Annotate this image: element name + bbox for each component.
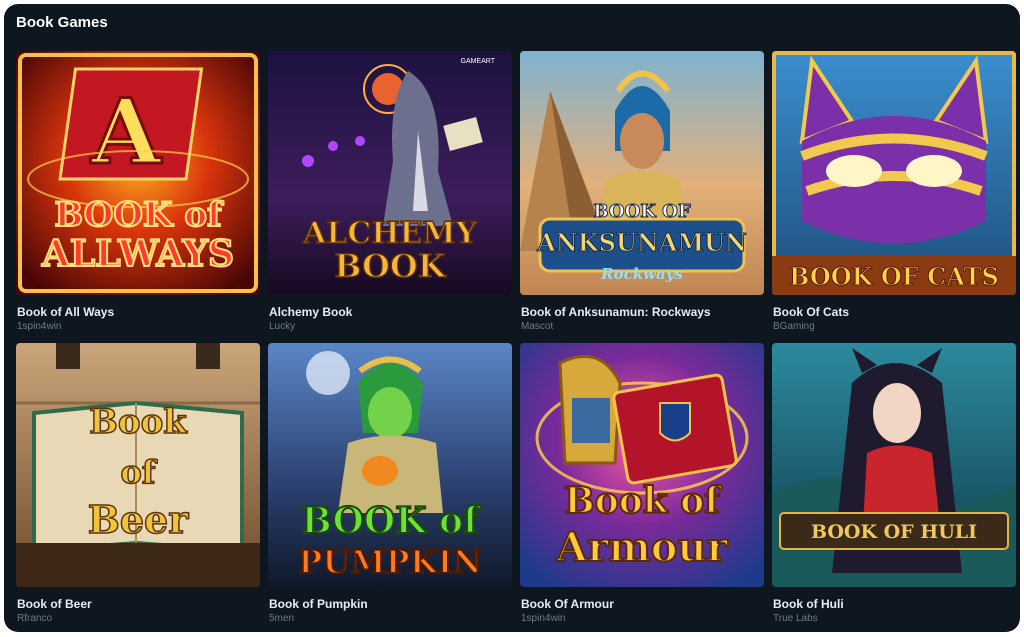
game-thumbnail[interactable]: BOOK OF ANKSUNAMUN Rockways [520,51,764,295]
logo-line: ALLWAYS [41,233,234,275]
game-provider: 1spin4win [521,613,566,624]
badge-letter: A [90,79,162,185]
section-title: Book Games [16,14,108,31]
game-title[interactable]: Book of All Ways [17,305,114,319]
game-provider: 1spin4win [17,321,62,332]
game-card-book-of-all-ways[interactable]: A BOOK of ALLWAYS Book of All Ways 1spin… [16,51,260,343]
logo-line: PUMPKIN [298,543,481,581]
game-card-book-of-huli[interactable]: BOOK OF HULI Book of Huli True Labs [772,343,1016,632]
game-provider: Rfranco [17,613,53,624]
game-thumbnail[interactable]: Book of Beer [16,343,260,587]
game-title[interactable]: Book of Anksunamun: Rockways [521,305,711,319]
game-thumbnail[interactable]: BOOK OF CATS [772,51,1016,295]
game-provider: Lucky [269,321,296,332]
game-thumbnail[interactable]: GAMEART ALCHEMY BOOK [268,51,512,295]
logo-line: Armour [555,524,728,571]
game-title[interactable]: Book Of Armour [521,597,614,611]
logo-line: Book of [564,480,722,522]
game-card-book-of-beer[interactable]: Book of Beer Book of Beer Rfranco [16,343,260,632]
game-thumbnail[interactable]: Book of Armour [520,343,764,587]
logo-line: ANKSUNAMUN [536,228,747,257]
game-thumbnail[interactable]: BOOK of PUMPKIN [268,343,512,587]
studio-tag: GAMEART [461,58,496,65]
game-thumbnail[interactable]: BOOK OF HULI [772,343,1016,587]
game-card-book-of-cats[interactable]: BOOK OF CATS Book Of Cats BGaming [772,51,1016,343]
game-card-alchemy-book[interactable]: GAMEART ALCHEMY BOOK Alchemy Book Lucky [268,51,512,343]
logo-line: BOOK of [301,500,481,542]
game-provider: True Labs [773,613,818,624]
logo-line: BOOK OF HULI [811,521,977,543]
game-grid: A BOOK of ALLWAYS Book of All Ways 1spin… [16,51,1016,632]
game-card-book-of-pumpkin[interactable]: BOOK of PUMPKIN Book of Pumpkin 5men [268,343,512,632]
book-games-section: Book Games A BOOK of ALLWAYS Book of All… [4,4,1020,632]
game-provider: 5men [269,613,295,624]
game-title[interactable]: Book of Huli [773,597,844,611]
game-title[interactable]: Book of Pumpkin [269,597,368,611]
logo-line: BOOK of [54,195,224,235]
logo-line: of [120,453,157,491]
game-card-book-of-anksunamun[interactable]: BOOK OF ANKSUNAMUN Rockways Book of Anks… [520,51,764,343]
game-provider: BGaming [773,321,815,332]
game-thumbnail[interactable]: A BOOK of ALLWAYS [16,51,260,295]
logo-line: BOOK OF CATS [789,262,999,291]
logo-line: BOOK OF [593,201,690,222]
game-provider: Mascot [521,321,554,332]
game-title[interactable]: Alchemy Book [269,305,352,319]
game-title[interactable]: Book of Beer [17,597,92,611]
logo-line: Book [89,402,188,442]
game-card-book-of-armour[interactable]: Book of Armour Book Of Armour 1spin4win [520,343,764,632]
logo-line: Beer [88,497,189,542]
logo-line: ALCHEMY [302,216,478,251]
game-title[interactable]: Book Of Cats [773,305,849,319]
logo-line: Rockways [600,265,683,283]
logo-line: BOOK [334,247,446,285]
